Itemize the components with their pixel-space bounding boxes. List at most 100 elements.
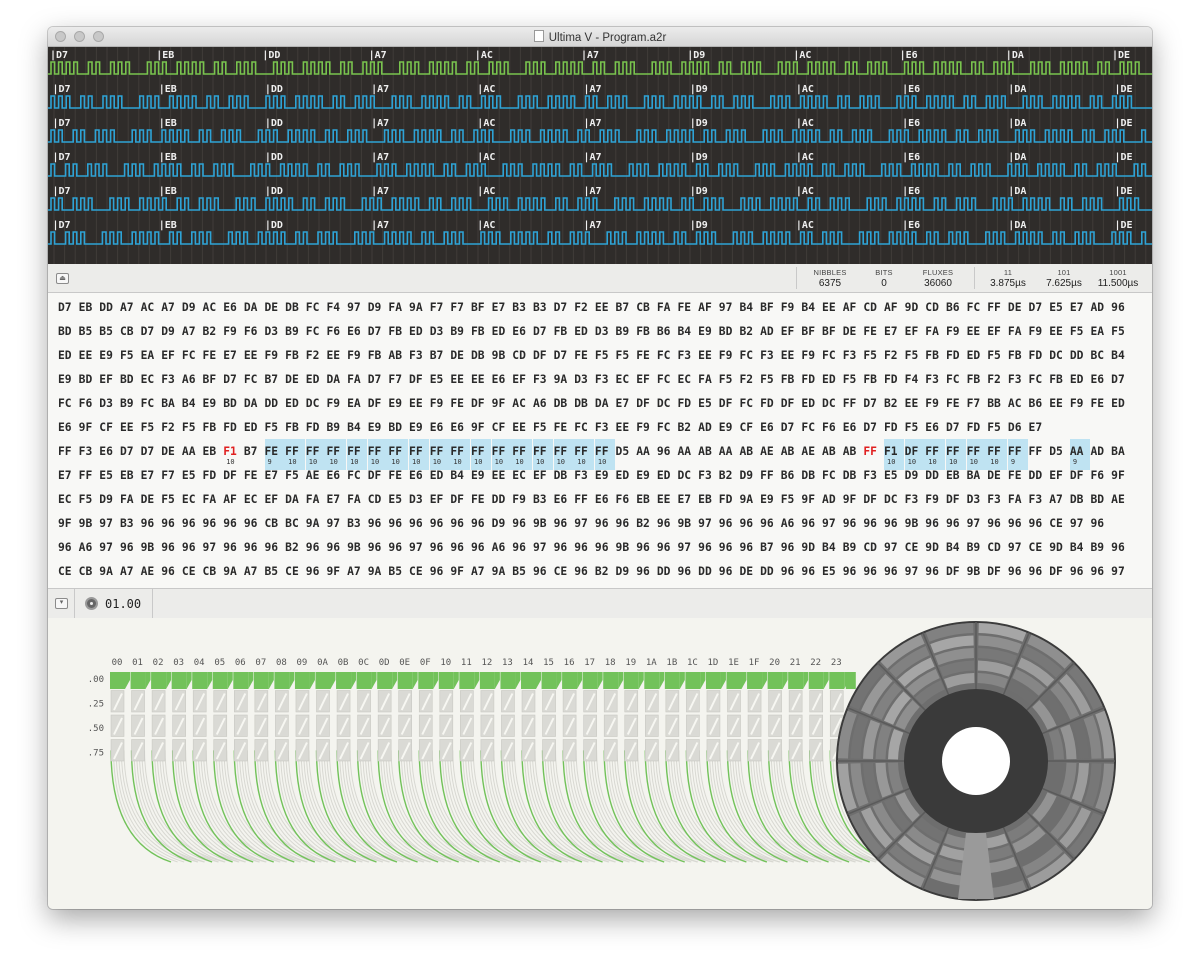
hex-byte[interactable]: FE <box>946 397 966 410</box>
hex-byte[interactable]: 96 <box>223 517 243 530</box>
hex-byte[interactable]: DE <box>141 493 161 506</box>
hex-byte[interactable]: DD <box>1070 349 1090 362</box>
hex-byte[interactable]: DE <box>265 301 285 314</box>
hex-byte[interactable]: B3 <box>533 301 553 314</box>
hex-byte[interactable]: 96 <box>554 517 574 530</box>
hex-byte[interactable]: FC <box>141 397 161 410</box>
hex-byte[interactable]: F2 <box>884 349 904 362</box>
hex-byte[interactable]: A7 <box>347 565 367 578</box>
hex-byte[interactable]: FE <box>678 301 698 314</box>
hex-byte[interactable]: 96 <box>244 517 264 530</box>
hex-byte[interactable]: 9A <box>492 565 512 578</box>
hex-byte[interactable]: 97 <box>884 541 904 554</box>
hex-byte[interactable]: B6 <box>781 469 801 482</box>
hex-byte[interactable]: 96 <box>863 517 883 530</box>
hex-byte[interactable]: BB <box>987 397 1007 410</box>
hex-byte[interactable]: F7 <box>430 301 450 314</box>
hex-byte[interactable]: BD <box>388 421 408 434</box>
hex-byte[interactable]: DD <box>492 493 512 506</box>
hex-byte[interactable]: EE <box>967 325 987 338</box>
hex-byte[interactable]: BD <box>58 325 78 338</box>
hex-byte[interactable]: 96 <box>884 517 904 530</box>
hex-byte[interactable]: 96 <box>1111 541 1131 554</box>
hex-byte[interactable]: B2 <box>636 517 656 530</box>
hex-byte[interactable]: 96 <box>1008 517 1028 530</box>
hex-byte[interactable]: 96 <box>801 565 821 578</box>
hex-byte[interactable]: DE <box>843 325 863 338</box>
hex-byte[interactable]: FF 10 <box>553 439 574 470</box>
hex-byte[interactable]: FC <box>801 421 821 434</box>
hex-byte[interactable]: 9D <box>925 541 945 554</box>
hex-byte[interactable]: AC <box>512 397 532 410</box>
hex-byte[interactable]: D9 <box>99 493 119 506</box>
hex-byte[interactable]: FA <box>1008 493 1028 506</box>
hex-byte[interactable]: F3 <box>409 349 429 362</box>
hex-byte[interactable]: 97 <box>1111 565 1131 578</box>
hex-byte[interactable]: 96 <box>843 517 863 530</box>
hex-byte[interactable]: B3 <box>120 517 140 530</box>
hex-byte[interactable]: 9F <box>79 421 99 434</box>
hex-byte[interactable]: FF 10 <box>987 439 1008 470</box>
hex-byte[interactable]: AF <box>698 301 718 314</box>
hex-byte[interactable]: FC <box>739 349 759 362</box>
hex-byte[interactable]: F3 <box>678 349 698 362</box>
hex-byte[interactable]: F5 <box>616 349 636 362</box>
hex-byte[interactable]: F5 <box>120 349 140 362</box>
hex-byte[interactable]: FD <box>306 421 326 434</box>
hex-byte[interactable]: FA <box>347 493 367 506</box>
hex-byte[interactable]: D3 <box>967 493 987 506</box>
hex-byte[interactable]: A7 <box>182 325 202 338</box>
hex-byte[interactable]: EF <box>99 373 119 386</box>
hex-byte[interactable]: A6 <box>492 541 512 554</box>
hex-byte[interactable]: B3 <box>347 517 367 530</box>
hex-byte[interactable]: E7 <box>492 301 512 314</box>
hex-byte[interactable]: EF <box>161 349 181 362</box>
hex-byte[interactable]: EC <box>616 373 636 386</box>
hex-byte[interactable]: F2 <box>987 373 1007 386</box>
hex-byte[interactable]: A6 <box>781 517 801 530</box>
hex-byte[interactable]: BD <box>79 373 99 386</box>
hex-byte[interactable]: EB <box>636 493 656 506</box>
hex-byte[interactable]: DD <box>760 565 780 578</box>
hex-byte[interactable]: FF 10 <box>574 439 595 470</box>
hex-byte[interactable]: FF 10 <box>945 439 966 470</box>
hex-byte[interactable]: EB <box>946 469 966 482</box>
hex-byte[interactable]: EE <box>657 493 677 506</box>
hex-byte[interactable]: DA <box>595 397 615 410</box>
hex-byte[interactable]: 9F <box>471 421 491 434</box>
hex-byte[interactable]: ED <box>58 349 78 362</box>
hex-byte[interactable]: DB <box>801 469 821 482</box>
hex-byte[interactable]: EF <box>905 325 925 338</box>
hex-byte[interactable]: 9F <box>1111 469 1131 482</box>
hex-byte[interactable]: FB <box>636 325 656 338</box>
hex-byte[interactable]: BF <box>471 301 491 314</box>
hex-byte[interactable]: E6 <box>58 421 78 434</box>
hex-byte[interactable]: F9 <box>1070 397 1090 410</box>
hex-byte[interactable]: F1 10 <box>884 439 904 470</box>
hex-byte[interactable]: CE <box>58 565 78 578</box>
hex-byte[interactable]: 96 <box>161 541 181 554</box>
hex-byte[interactable]: 96 <box>1029 517 1049 530</box>
hex-byte[interactable]: E9 <box>719 421 739 434</box>
hex-byte[interactable]: 96 <box>368 517 388 530</box>
hex-byte[interactable]: FF 10 <box>347 439 368 470</box>
hex-byte[interactable]: D7 <box>141 325 161 338</box>
hex-byte[interactable]: B3 <box>533 493 553 506</box>
hex-byte[interactable]: FE <box>1008 469 1028 482</box>
hex-byte[interactable]: D6 <box>1008 421 1028 434</box>
hex-byte[interactable]: 9B <box>347 541 367 554</box>
hex-byte[interactable]: 97 <box>719 301 739 314</box>
hex-byte[interactable]: FF <box>987 301 1007 314</box>
hex-byte[interactable]: 96 <box>182 517 202 530</box>
hex-byte[interactable]: EF <box>533 469 553 482</box>
hex-byte[interactable]: 97 <box>326 517 346 530</box>
hex-byte[interactable]: 9F <box>326 565 346 578</box>
hex-byte[interactable]: D3 <box>265 325 285 338</box>
hex-byte[interactable]: A7 <box>1049 493 1069 506</box>
hex-byte[interactable]: DE <box>161 445 181 458</box>
hex-byte[interactable]: E5 <box>822 565 842 578</box>
hex-byte[interactable]: 9A <box>368 565 388 578</box>
hex-byte[interactable]: E6 <box>1091 373 1111 386</box>
hex-byte[interactable]: F9 <box>1029 325 1049 338</box>
hex-byte[interactable]: EE <box>698 349 718 362</box>
